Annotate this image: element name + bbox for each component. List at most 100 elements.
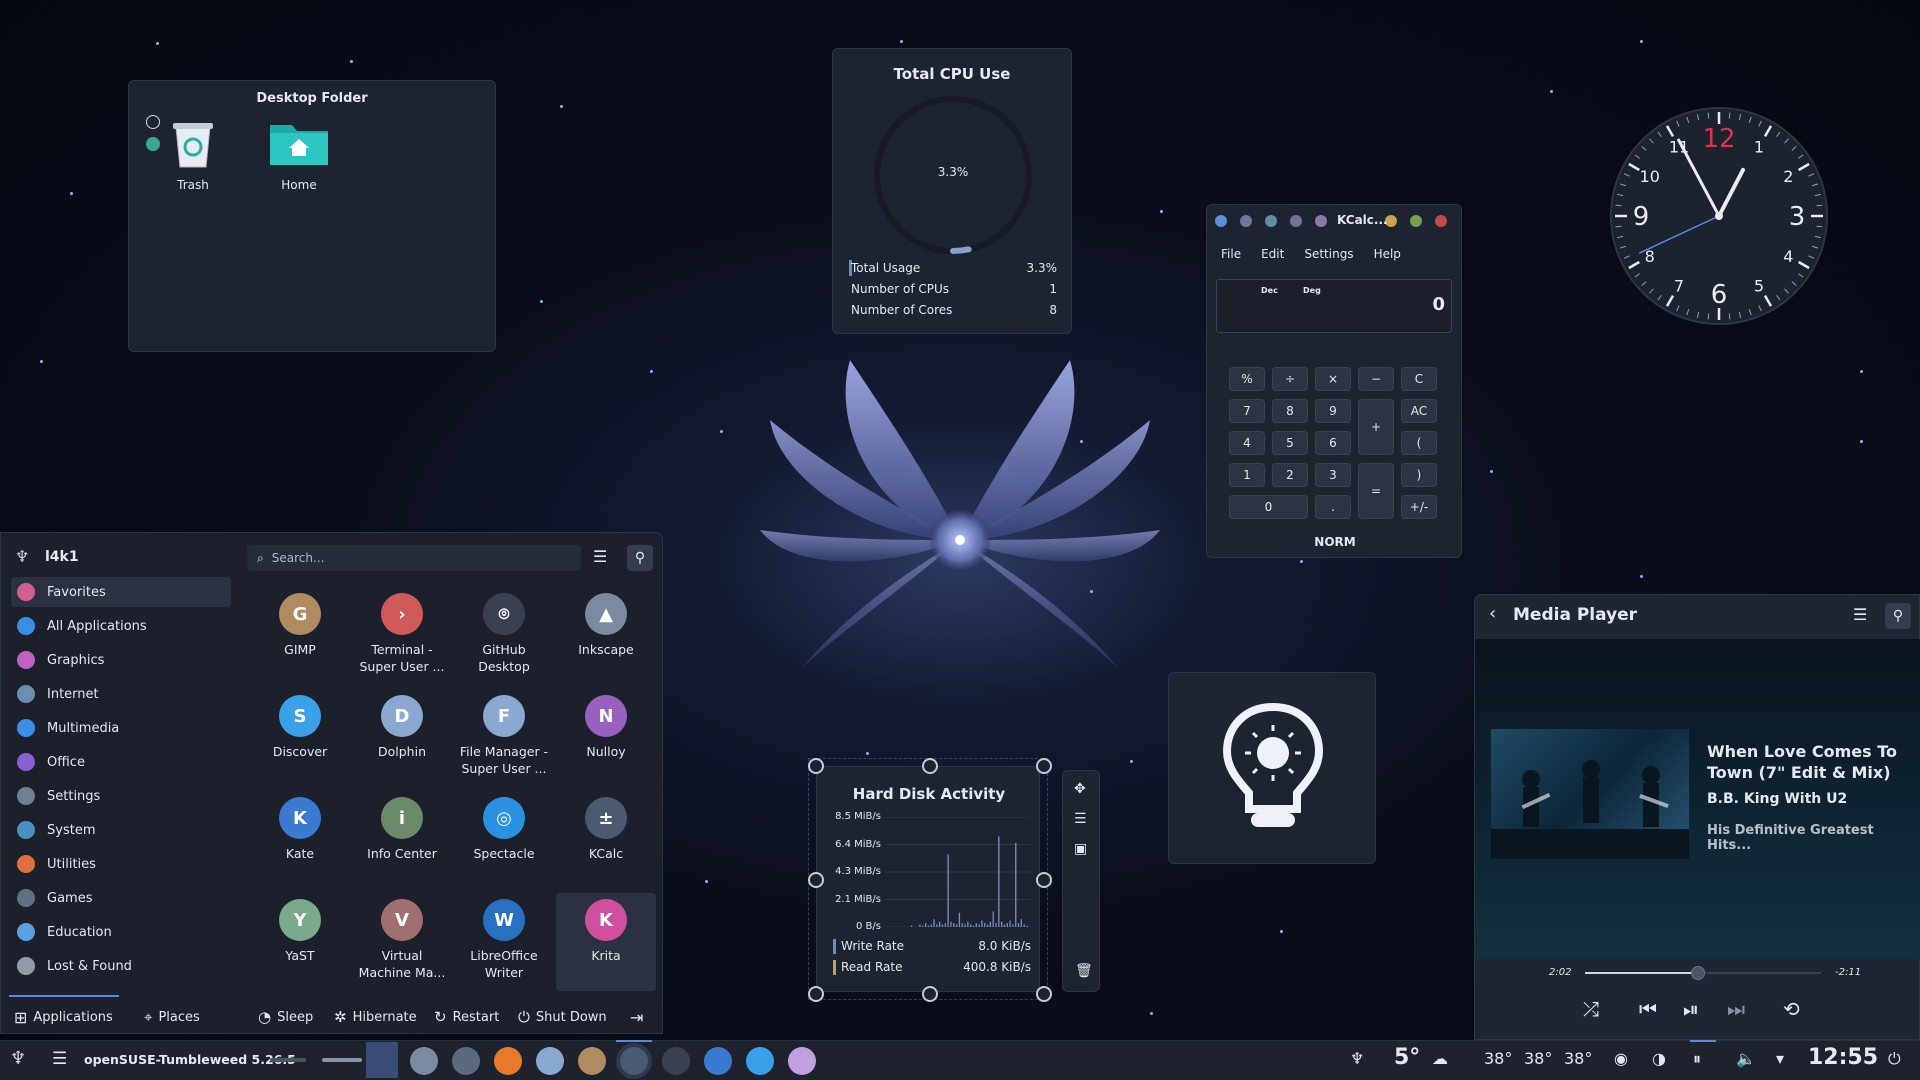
taskbar-app-icon[interactable] <box>788 1047 816 1075</box>
key-divide[interactable]: ÷ <box>1272 367 1308 391</box>
night-color-widget[interactable] <box>1168 672 1376 864</box>
kcalc-window[interactable]: KCalc... File Edit Settings Help Dec Deg… <box>1206 204 1462 558</box>
app-item[interactable]: V Virtual Machine Ma... <box>354 899 450 981</box>
taskbar-app-icon[interactable] <box>410 1047 438 1075</box>
tray-expand-icon[interactable]: ▾ <box>1776 1049 1784 1068</box>
key-sign[interactable]: +/- <box>1401 495 1437 519</box>
key-percent[interactable]: % <box>1229 367 1265 391</box>
key-5[interactable]: 5 <box>1272 431 1308 455</box>
media-pause-icon[interactable]: ⏸ <box>1693 1049 1701 1069</box>
category-item[interactable]: Lost & Found <box>11 951 231 981</box>
pin-icon[interactable]: ⚲ <box>627 545 653 571</box>
taskbar-app-icon[interactable] <box>452 1047 480 1075</box>
key-4[interactable]: 4 <box>1229 431 1265 455</box>
seek-handle[interactable] <box>1691 966 1706 980</box>
shutdown-button[interactable]: ⏻ Shut Down <box>518 1000 607 1034</box>
key-add[interactable]: + <box>1358 399 1394 455</box>
key-all-clear[interactable]: AC <box>1401 399 1437 423</box>
taskbar-app-icon[interactable] <box>746 1047 774 1075</box>
app-item[interactable]: ± KCalc <box>558 797 654 862</box>
key-clear[interactable]: C <box>1401 367 1437 391</box>
category-item[interactable]: Favorites <box>11 577 231 607</box>
taskbar-app-icon[interactable] <box>662 1047 690 1075</box>
logout-icon[interactable]: ⇥ <box>630 1000 643 1034</box>
temp-sensor-2[interactable]: 38° <box>1524 1049 1552 1068</box>
app-item[interactable]: K Krita <box>556 893 656 991</box>
weather-cloud-icon[interactable]: ☁ <box>1432 1049 1448 1068</box>
window-dot-icon[interactable] <box>1265 215 1277 227</box>
category-item[interactable]: Settings <box>11 781 231 811</box>
key-6[interactable]: 6 <box>1315 431 1351 455</box>
configure-icon[interactable]: ☰ <box>593 547 607 566</box>
pin-icon[interactable]: ⚲ <box>1885 603 1911 629</box>
resize-handle[interactable] <box>1036 986 1052 1002</box>
volume-icon[interactable]: 🔈 <box>1736 1049 1756 1068</box>
category-item[interactable]: System <box>11 815 231 845</box>
back-icon[interactable]: ‹ <box>1489 603 1496 624</box>
window-dot-icon[interactable] <box>1290 215 1302 227</box>
previous-icon[interactable]: ⏮ <box>1639 997 1657 1021</box>
applications-tab[interactable]: ⊞ Applications <box>14 1000 113 1034</box>
window-dot-icon[interactable] <box>1435 215 1447 227</box>
temp-sensor-1[interactable]: 38° <box>1484 1049 1512 1068</box>
night-color-icon[interactable]: ◑ <box>1652 1049 1666 1068</box>
app-launcher-icon[interactable]: ♆ <box>10 1048 26 1069</box>
app-item[interactable]: W LibreOffice Writer <box>456 899 552 981</box>
resize-handle[interactable] <box>808 986 824 1002</box>
power-icon[interactable]: ⏻ <box>1888 1049 1901 1069</box>
settings-icon[interactable]: ☰ <box>1074 811 1087 827</box>
opensuse-update-icon[interactable]: ♆ <box>1350 1049 1364 1068</box>
weather-temp[interactable]: 5° <box>1394 1045 1420 1070</box>
taskbar-clock[interactable]: 12:55 <box>1808 1045 1878 1070</box>
places-tab[interactable]: ⌖ Places <box>144 1000 200 1034</box>
hibernate-button[interactable]: ✲ Hibernate <box>334 1000 417 1034</box>
window-dot-icon[interactable] <box>1410 215 1422 227</box>
menu-edit[interactable]: Edit <box>1261 247 1284 261</box>
key-multiply[interactable]: × <box>1315 367 1351 391</box>
app-item[interactable]: N Nulloy <box>558 695 654 760</box>
restart-button[interactable]: ↻ Restart <box>434 1000 499 1034</box>
disc-icon[interactable]: ◉ <box>1614 1049 1628 1068</box>
resize-handle[interactable] <box>922 986 938 1002</box>
resize-handle[interactable] <box>922 758 938 774</box>
window-dot-icon[interactable] <box>1215 215 1227 227</box>
key-decimal[interactable]: . <box>1315 495 1351 519</box>
app-item[interactable]: K Kate <box>252 797 348 862</box>
key-right-paren[interactable]: ) <box>1401 463 1437 487</box>
app-item[interactable]: G GIMP <box>252 593 348 658</box>
category-item[interactable]: Office <box>11 747 231 777</box>
app-item[interactable]: ▲ Inkscape <box>558 593 654 658</box>
key-subtract[interactable]: − <box>1358 367 1394 391</box>
desktop-item-home[interactable]: Home <box>251 117 347 192</box>
category-item[interactable]: All Applications <box>11 611 231 641</box>
resize-handle[interactable] <box>1036 872 1052 888</box>
taskbar-app-icon[interactable] <box>578 1047 606 1075</box>
next-icon[interactable]: ⏭ <box>1727 997 1745 1021</box>
category-item[interactable]: Utilities <box>11 849 231 879</box>
key-left-paren[interactable]: ( <box>1401 431 1437 455</box>
window-dot-icon[interactable] <box>1315 215 1327 227</box>
app-item[interactable]: S Discover <box>252 695 348 760</box>
category-item[interactable]: Internet <box>11 679 231 709</box>
temp-sensor-3[interactable]: 38° <box>1564 1049 1592 1068</box>
shuffle-icon[interactable]: ⤮ <box>1583 997 1599 1021</box>
key-7[interactable]: 7 <box>1229 399 1265 423</box>
category-item[interactable]: Education <box>11 917 231 947</box>
taskbar-app-icon[interactable] <box>494 1047 522 1075</box>
desktop-item-trash[interactable]: Trash <box>145 117 241 192</box>
app-item[interactable]: Y YaST <box>252 899 348 964</box>
key-equals[interactable]: = <box>1358 463 1394 519</box>
taskbar-app-icon[interactable] <box>704 1047 732 1075</box>
app-item[interactable]: D Dolphin <box>354 695 450 760</box>
app-item[interactable]: › Terminal - Super User ... <box>354 593 450 675</box>
repeat-icon[interactable]: ⟲ <box>1783 997 1800 1021</box>
resize-handle[interactable] <box>1036 758 1052 774</box>
seek-track[interactable] <box>1585 966 1821 980</box>
app-item[interactable]: i Info Center <box>354 797 450 862</box>
category-item[interactable]: Games <box>11 883 231 913</box>
remove-icon[interactable]: 🗑 <box>1075 963 1093 979</box>
search-input[interactable]: ⌕ Search... <box>247 545 581 571</box>
play-icon[interactable]: ⏯ <box>1683 997 1699 1021</box>
app-item[interactable]: F File Manager - Super User ... <box>456 695 552 777</box>
alternatives-icon[interactable]: ▣ <box>1074 841 1087 857</box>
